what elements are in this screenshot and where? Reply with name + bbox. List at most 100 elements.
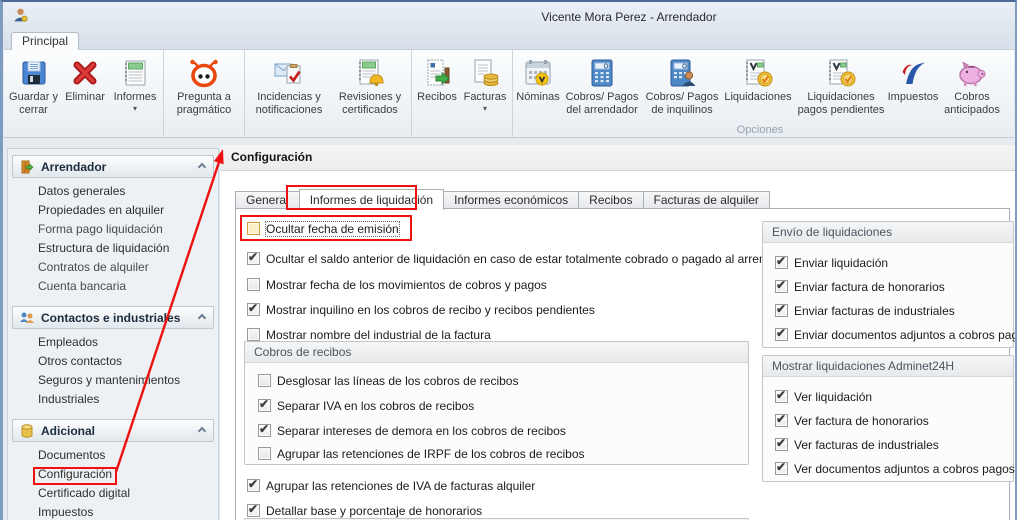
payroll-calendar-icon (522, 55, 554, 91)
tab-general[interactable]: General (235, 191, 300, 209)
checkbox-separar-iva[interactable]: Separar IVA en los cobros de recibos (258, 397, 474, 414)
checkbox[interactable] (775, 388, 788, 403)
ribbon-group-opciones: Nóminas Cobros/ Pagos del arrendador Cob… (512, 50, 1007, 137)
checkbox[interactable] (775, 326, 788, 341)
checkbox-agrupar-retenciones-irpf[interactable]: Agrupar las retenciones de IRPF de los c… (258, 445, 585, 462)
checkbox-agrupar-retenciones-iva[interactable]: Agrupar las retenciones de IVA de factur… (247, 477, 535, 494)
eliminar-button[interactable]: Eliminar (61, 53, 109, 104)
button-label: Pregunta a pragmático (176, 91, 232, 117)
sidebar-section-title: Arrendador (41, 159, 107, 174)
sidebar-section-arrendador[interactable]: Arrendador (12, 155, 214, 178)
checkbox-enviar-factura-honorarios[interactable]: Enviar factura de honorarios (775, 278, 945, 295)
checkbox[interactable] (247, 328, 260, 341)
checkbox-ocultar-saldo-anterior[interactable]: Ocultar el saldo anterior de liquidación… (247, 250, 796, 267)
impuestos-button[interactable]: Impuestos (887, 53, 939, 104)
sidebar-item-industriales[interactable]: Industriales (8, 390, 218, 409)
tab-recibos[interactable]: Recibos (578, 191, 644, 209)
settlement-rosette-icon (825, 55, 857, 91)
checkbox-mostrar-fecha-movimientos[interactable]: Mostrar fecha de los movimientos de cobr… (247, 276, 547, 293)
calculator-icon (586, 55, 618, 91)
checkbox-ver-documentos-adjuntos[interactable]: Ver documentos adjuntos a cobros pagos (775, 460, 1015, 477)
sidebar-item-documentos[interactable]: Documentos (8, 446, 218, 465)
checkbox-ver-liquidacion[interactable]: Ver liquidación (775, 388, 872, 405)
facturas-button[interactable]: Facturas ▾ (460, 53, 510, 114)
sidebar-item-certificado-digital[interactable]: Certificado digital (8, 484, 218, 503)
checkbox-enviar-documentos-adjuntos[interactable]: Enviar documentos adjuntos a cobros pago… (775, 326, 1017, 343)
main-header-configuracion: Configuración (220, 145, 1015, 171)
sidebar-item-empleados[interactable]: Empleados (8, 333, 218, 352)
checkbox[interactable] (775, 254, 788, 269)
checkbox-enviar-liquidacion[interactable]: Enviar liquidación (775, 254, 888, 271)
checkbox[interactable] (247, 250, 260, 265)
guardar-y-cerrar-button[interactable]: Guardar y cerrar (6, 53, 61, 117)
sidebar-item-forma-pago-liquidacion[interactable]: Forma pago liquidación (8, 220, 218, 239)
informes-button[interactable]: Informes ▾ (109, 53, 161, 114)
groupbox-title: Mostrar liquidaciones Adminet24H (763, 356, 1013, 377)
tab-label: General (246, 193, 289, 207)
tab-informes-economicos[interactable]: Informes económicos (443, 191, 580, 209)
checkbox[interactable] (775, 436, 788, 451)
checkbox-mostrar-inquilino[interactable]: Mostrar inquilino en los cobros de recib… (247, 301, 595, 318)
checkbox-enviar-facturas-industriales[interactable]: Enviar facturas de industriales (775, 302, 955, 319)
checkbox[interactable] (247, 477, 260, 492)
revisiones-y-certificados-button[interactable]: Revisiones y certificados (331, 53, 409, 117)
checkbox-ocultar-fecha-de-emision[interactable]: Ocultar fecha de emisión (247, 220, 400, 237)
people-icon (20, 312, 34, 323)
checkbox[interactable] (258, 422, 271, 437)
sidebar-section-contactos-e-industriales[interactable]: Contactos e industriales (12, 306, 214, 329)
sidebar-item-estructura-de-liquidacion[interactable]: Estructura de liquidación (8, 239, 218, 258)
sidebar-item-seguros-y-mantenimientos[interactable]: Seguros y mantenimientos (8, 371, 218, 390)
door-exit-icon (21, 160, 34, 173)
sidebar-item-cuenta-bancaria[interactable]: Cuenta bancaria (8, 277, 218, 296)
ribbon-tab-principal[interactable]: Principal (11, 32, 79, 50)
checkbox-label: Enviar liquidación (794, 255, 889, 270)
tab-label: Facturas de alquiler (653, 193, 759, 207)
chevron-up-icon (197, 426, 207, 435)
checkbox[interactable] (775, 412, 788, 427)
checkbox-detallar-base-porcentaje[interactable]: Detallar base y porcentaje de honorarios (247, 502, 482, 519)
checkbox-ver-facturas-industriales[interactable]: Ver facturas de industriales (775, 436, 939, 453)
pregunta-a-pragmatico-button[interactable]: Pregunta a pragmático (166, 53, 242, 117)
checkbox-desglosar-lineas[interactable]: Desglosar las líneas de los cobros de re… (258, 372, 518, 389)
liquidaciones-button[interactable]: Liquidaciones (721, 53, 795, 104)
checkbox[interactable] (775, 302, 788, 317)
sidebar-item-propiedades-en-alquiler[interactable]: Propiedades en alquiler (8, 201, 218, 220)
checkbox-label: Ocultar el saldo anterior de liquidación… (266, 251, 797, 266)
sidebar-item-contratos-de-alquiler[interactable]: Contratos de alquiler (8, 258, 218, 277)
cobros-anticipados-button[interactable]: Cobros anticipados (939, 53, 1005, 117)
checkbox[interactable] (775, 460, 788, 475)
tab-facturas-de-alquiler[interactable]: Facturas de alquiler (642, 191, 770, 209)
tab-panel-informes-de-liquidacion: Ocultar fecha de emisión Ocultar el sald… (235, 208, 1015, 520)
dropdown-arrow-icon: ▾ (482, 104, 487, 114)
liquidaciones-pagos-pendientes-button[interactable]: Liquidaciones pagos pendientes (795, 53, 887, 117)
checkbox[interactable] (247, 222, 260, 235)
checkbox-separar-intereses-demora[interactable]: Separar intereses de demora en los cobro… (258, 422, 566, 439)
checkbox[interactable] (247, 278, 260, 291)
checkbox-label: Detallar base y porcentaje de honorarios (266, 503, 483, 518)
sidebar-item-otros-contactos[interactable]: Otros contactos (8, 352, 218, 371)
sidebar-section-adicional[interactable]: Adicional (12, 419, 214, 442)
sidebar-item-impuestos[interactable]: Impuestos (8, 503, 218, 520)
checkbox-ver-factura-honorarios[interactable]: Ver factura de honorarios (775, 412, 929, 429)
recibos-button[interactable]: Recibos (414, 53, 460, 104)
checkbox[interactable] (247, 301, 260, 316)
checkbox[interactable] (247, 502, 260, 517)
tab-informes-de-liquidacion[interactable]: Informes de liquidación (298, 189, 445, 210)
sidebar-item-datos-generales[interactable]: Datos generales (8, 182, 218, 201)
checkbox[interactable] (775, 278, 788, 293)
tab-label: Informes de liquidación (309, 193, 434, 207)
checkbox[interactable] (258, 447, 271, 460)
checkbox[interactable] (258, 374, 271, 387)
sidebar-item-configuracion[interactable]: Configuración (8, 465, 218, 484)
piggy-bank-icon (956, 55, 988, 91)
cobros-pagos-de-inquilinos-button[interactable]: Cobros/ Pagos de inquilinos (643, 53, 721, 117)
checkbox[interactable] (258, 397, 271, 412)
nominas-button[interactable]: Nóminas (515, 53, 561, 104)
checkbox-label: Separar intereses de demora en los cobro… (277, 423, 566, 438)
checkbox-label: Enviar documentos adjuntos a cobros pago… (794, 327, 1017, 342)
ribbon-group-file: Guardar y cerrar Eliminar Informes ▾ (4, 50, 163, 137)
incidencias-y-notificaciones-button[interactable]: Incidencias y notificaciones (247, 53, 331, 117)
cobros-pagos-del-arrendador-button[interactable]: Cobros/ Pagos del arrendador (561, 53, 643, 117)
dropdown-arrow-icon: ▾ (132, 104, 137, 114)
application-window: Vicente Mora Perez - Arrendador Principa… (0, 0, 1017, 520)
